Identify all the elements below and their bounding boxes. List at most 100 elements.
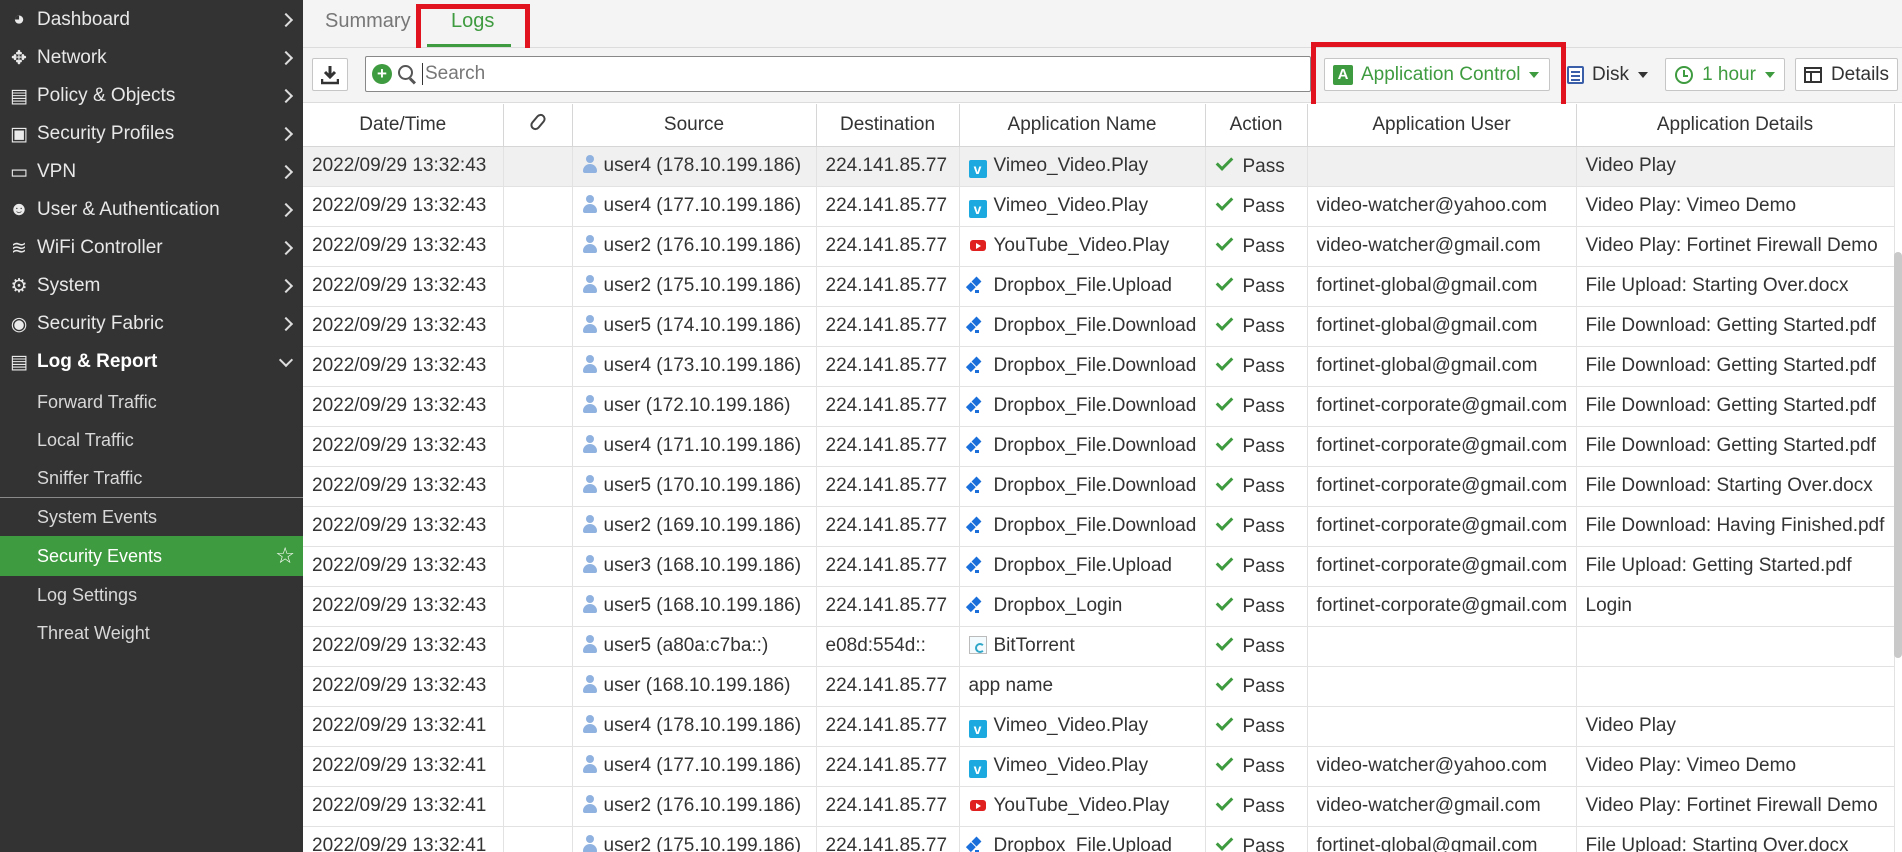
check-icon	[1215, 393, 1233, 411]
cell-source: user2 (175.10.199.186)	[572, 826, 817, 852]
star-icon[interactable]: ☆	[275, 543, 295, 569]
sidebar-item-label: System	[37, 275, 101, 296]
column-header-application-details[interactable]: Application Details	[1576, 104, 1895, 147]
sidebar-item-network[interactable]: ✥ Network	[0, 39, 303, 77]
table-row[interactable]: 2022/09/29 13:32:41 user4 (178.10.199.186…	[303, 706, 1895, 747]
table-row[interactable]: 2022/09/29 13:32:41 user2 (175.10.199.186…	[303, 826, 1895, 852]
cell-source: user4 (177.10.199.186)	[572, 186, 817, 227]
cell-application-name: Dropbox_File.Download	[959, 506, 1206, 547]
cell-source: user5 (174.10.199.186)	[572, 306, 817, 347]
gear-icon: ⚙	[10, 275, 28, 297]
sidebar-item-wifi-controller[interactable]: ≋ WiFi Controller	[0, 229, 303, 267]
log-source-dropdown[interactable]: Disk	[1565, 58, 1650, 91]
sidebar-item-dashboard[interactable]: ◕ Dashboard	[0, 1, 303, 39]
table-row[interactable]: 2022/09/29 13:32:43 user4 (171.10.199.186…	[303, 426, 1895, 467]
search-input[interactable]	[422, 63, 1282, 85]
table-row[interactable]: 2022/09/29 13:32:43 user2 (169.10.199.186…	[303, 506, 1895, 547]
application-name-label: Dropbox_File.Download	[993, 315, 1197, 336]
sidebar-item-label: Network	[37, 47, 107, 68]
table-row[interactable]: 2022/09/29 13:32:43 user5 (174.10.199.186…	[303, 306, 1895, 347]
action-label: Pass	[1242, 356, 1285, 377]
dropbox-icon	[969, 396, 987, 414]
sidebar-item-log-report[interactable]: ▤ Log & Report	[0, 343, 303, 381]
table-row[interactable]: 2022/09/29 13:32:43 user4 (173.10.199.186…	[303, 346, 1895, 387]
table-row[interactable]: 2022/09/29 13:32:43 user5 (168.10.199.186…	[303, 586, 1895, 627]
table-row[interactable]: 2022/09/29 13:32:41 user4 (177.10.199.186…	[303, 746, 1895, 787]
sidebar-item-policy-objects[interactable]: ▤ Policy & Objects	[0, 77, 303, 115]
cell-application-details: File Download: Starting Over.docx	[1576, 466, 1895, 507]
cell-application-details: Video Play: Vimeo Demo	[1576, 746, 1895, 787]
table-row[interactable]: 2022/09/29 13:32:41 user2 (176.10.199.186…	[303, 786, 1895, 827]
table-row[interactable]: 2022/09/29 13:32:43 user (172.10.199.186)…	[303, 386, 1895, 427]
sidebar-subitem-forward-traffic[interactable]: Forward Traffic	[0, 383, 303, 421]
column-header-action[interactable]: Action	[1205, 104, 1308, 147]
user-icon	[582, 795, 597, 813]
column-header-destination[interactable]: Destination	[816, 104, 960, 147]
cell-attachment	[503, 426, 573, 467]
caret-down-icon	[1637, 71, 1648, 78]
cell-application-details: File Download: Getting Started.pdf	[1576, 426, 1895, 467]
table-row[interactable]: 2022/09/29 13:32:43 user3 (168.10.199.186…	[303, 546, 1895, 587]
app-window: ◕ Dashboard ✥ Network ▤ Policy & Objects…	[0, 0, 1902, 852]
log-type-dropdown[interactable]: A Application Control	[1324, 58, 1550, 91]
cell-attachment	[503, 386, 573, 427]
cell-application-details: File Download: Having Finished.pdf	[1576, 506, 1895, 547]
cell-application-user	[1307, 706, 1577, 747]
sidebar-item-system[interactable]: ⚙ System	[0, 267, 303, 305]
table-row[interactable]: 2022/09/29 13:32:43 user (168.10.199.186)…	[303, 666, 1895, 707]
cell-application-name: Dropbox_File.Download	[959, 426, 1206, 467]
sidebar-item-security-fabric[interactable]: ◉ Security Fabric	[0, 305, 303, 343]
cell-destination: 224.141.85.77	[816, 346, 960, 387]
tab-summary[interactable]: Summary	[325, 10, 411, 33]
column-header-attachment[interactable]	[503, 104, 573, 147]
sidebar-subitem-sniffer-traffic[interactable]: Sniffer Traffic	[0, 459, 303, 497]
column-header-source[interactable]: Source	[572, 104, 817, 147]
chevron-right-icon	[278, 50, 294, 66]
sidebar-item-user-authentication[interactable]: ☻ User & Authentication	[0, 191, 303, 229]
sidebar-subitem-local-traffic[interactable]: Local Traffic	[0, 421, 303, 459]
chart-icon: ▤	[10, 351, 28, 373]
table-row[interactable]: 2022/09/29 13:32:43 user5 (a80a:c7ba::) e0…	[303, 626, 1895, 667]
column-header-application-name[interactable]: Application Name	[959, 104, 1206, 147]
table-row[interactable]: 2022/09/29 13:32:43 user5 (170.10.199.186…	[303, 466, 1895, 507]
table-row[interactable]: 2022/09/29 13:32:43 user4 (178.10.199.186…	[303, 146, 1895, 187]
laptop-icon: ▭	[10, 161, 28, 183]
cell-application-name: v Vimeo_Video.Play	[959, 706, 1206, 747]
source-label: user2 (169.10.199.186)	[603, 515, 802, 536]
column-header-datetime[interactable]: Date/Time	[303, 104, 504, 147]
cell-datetime: 2022/09/29 13:32:43	[303, 586, 504, 627]
source-label: user2 (176.10.199.186)	[603, 795, 802, 816]
application-name-label: BitTorrent	[993, 635, 1075, 656]
download-button[interactable]	[312, 58, 348, 91]
cell-application-user: fortinet-corporate@gmail.com	[1307, 466, 1577, 507]
cell-destination: 224.141.85.77	[816, 306, 960, 347]
details-button[interactable]: Details	[1795, 58, 1898, 91]
table-row[interactable]: 2022/09/29 13:32:43 user2 (175.10.199.186…	[303, 266, 1895, 307]
vertical-scrollbar[interactable]	[1894, 252, 1902, 658]
chevron-right-icon	[278, 278, 294, 294]
toolbar: + A Application Control Disk 1 hour	[303, 42, 1902, 109]
table-row[interactable]: 2022/09/29 13:32:43 user4 (177.10.199.186…	[303, 186, 1895, 227]
check-icon	[1215, 153, 1233, 171]
table-row[interactable]: 2022/09/29 13:32:43 user2 (176.10.199.186…	[303, 226, 1895, 267]
sidebar-subitem-system-events[interactable]: System Events	[0, 498, 303, 536]
user-icon	[582, 635, 597, 653]
sidebar-subitem-security-events[interactable]: Security Events ☆	[0, 536, 303, 576]
sidebar-item-vpn[interactable]: ▭ VPN	[0, 153, 303, 191]
time-range-label: 1 hour	[1702, 63, 1756, 85]
add-filter-icon[interactable]: +	[372, 64, 392, 84]
sidebar-subitem-threat-weight[interactable]: Threat Weight	[0, 614, 303, 652]
time-range-dropdown[interactable]: 1 hour	[1665, 58, 1785, 91]
dropbox-icon	[969, 316, 987, 334]
column-header-application-user[interactable]: Application User	[1307, 104, 1577, 147]
log-table-container: Date/Time Source Destination Application…	[303, 104, 1902, 852]
sidebar-item-security-profiles[interactable]: ▣ Security Profiles	[0, 115, 303, 153]
cell-action: Pass	[1205, 386, 1308, 427]
action-label: Pass	[1242, 516, 1285, 537]
user-icon	[582, 395, 597, 413]
cell-application-name: Dropbox_File.Upload	[959, 826, 1206, 852]
application-name-label: Dropbox_File.Download	[993, 435, 1197, 456]
tab-logs[interactable]: Logs	[451, 10, 494, 33]
cell-application-details: Video Play	[1576, 706, 1895, 747]
sidebar-subitem-log-settings[interactable]: Log Settings	[0, 576, 303, 614]
